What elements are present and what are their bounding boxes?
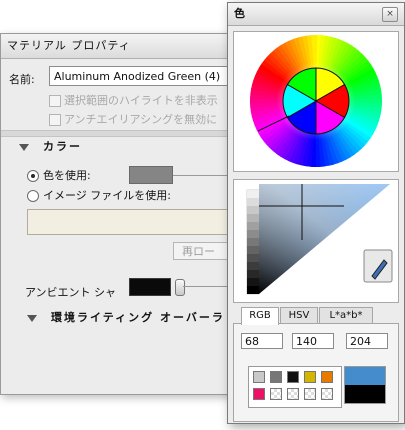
palette-swatch[interactable] [321,371,333,383]
eyedropper-button[interactable] [363,249,393,283]
collapse-triangle-icon[interactable] [27,314,37,322]
color-swatch[interactable] [129,166,173,184]
red-field[interactable]: 68 [241,333,283,349]
disable-antialias-label: アンチエイリアシングを無効に [64,113,218,126]
ambient-slider-handle[interactable] [175,279,185,296]
palette-swatch[interactable] [253,371,265,383]
color-palette [248,366,342,408]
ambient-swatch[interactable] [129,278,171,296]
radio-button[interactable] [27,190,39,202]
green-field[interactable]: 140 [292,333,334,349]
tab-hsv[interactable]: HSV [280,307,318,324]
hide-highlight-label: 選択範囲のハイライトを非表示 [64,94,218,107]
palette-swatch[interactable] [304,388,316,400]
palette-swatch[interactable] [270,388,282,400]
use-color-label: 色を使用: [43,169,91,182]
palette-swatch[interactable] [287,388,299,400]
tab-rgb[interactable]: RGB [241,307,279,325]
ambient-label: アンビエント シャ [25,286,117,299]
palette-swatch[interactable] [321,388,333,400]
color-wheel[interactable] [234,32,398,171]
swatch-connector-line [173,175,235,176]
blue-field[interactable]: 204 [346,333,388,349]
color-window: 色 × RGB HSV L*a*b* 68 140 204 [227,2,405,424]
palette-swatch[interactable] [270,371,282,383]
color-section-header[interactable]: カラー [19,138,82,154]
use-color-radio[interactable]: 色を使用: [27,167,91,183]
radio-button[interactable] [27,170,39,182]
checkbox-box[interactable] [49,95,61,107]
previous-color-swatch [345,385,385,403]
tab-lab[interactable]: L*a*b* [319,307,373,324]
panel-title: マテリアル プロパティ [1,34,237,59]
current-color-swatch [345,367,385,385]
section-divider [1,130,237,137]
image-file-field[interactable] [27,209,241,235]
color-wheel-panel [233,31,399,172]
disable-antialias-checkbox[interactable]: アンチエイリアシングを無効に [49,111,217,127]
collapse-triangle-icon[interactable] [19,143,29,151]
close-icon[interactable]: × [382,7,398,22]
palette-swatch[interactable] [287,371,299,383]
palette-swatch[interactable] [304,371,316,383]
color-window-title: 色 [228,3,404,26]
palette-swatch[interactable] [253,388,265,400]
material-properties-panel: マテリアル プロパティ 名前: Aluminum Anodized Green … [0,33,249,395]
use-image-label: イメージ ファイルを使用: [43,189,171,202]
hide-highlight-checkbox[interactable]: 選択範囲のハイライトを非表示 [49,92,218,108]
checkbox-box[interactable] [49,114,61,126]
name-field[interactable]: Aluminum Anodized Green (4) [49,66,249,86]
color-section-label: カラー [43,140,82,153]
color-preview [344,366,386,404]
name-label: 名前: [9,73,35,86]
saturation-triangle[interactable] [234,180,398,302]
environment-lighting-header[interactable]: 環境ライティング オーバーラ [27,309,225,325]
environment-lighting-label: 環境ライティング オーバーラ [51,311,225,324]
saturation-triangle-panel [233,179,399,303]
use-image-radio[interactable]: イメージ ファイルを使用: [27,187,171,203]
